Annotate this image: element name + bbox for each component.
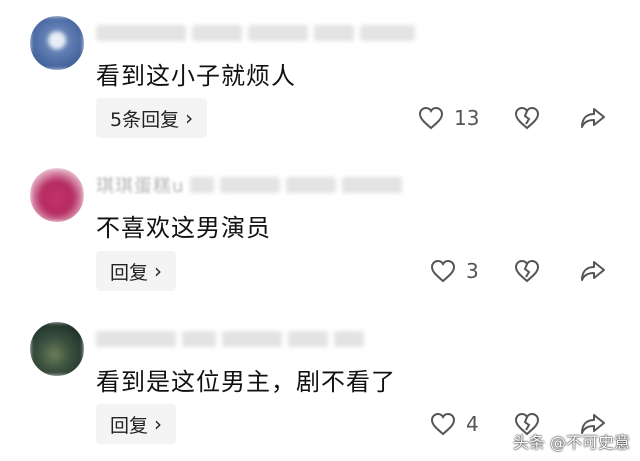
replies-label: 5条回复 — [110, 108, 180, 131]
like-button[interactable]: 4 — [430, 412, 479, 436]
broken-heart-icon — [514, 259, 540, 283]
username[interactable] — [96, 328, 364, 350]
comment-text: 看到这小子就烦人 — [96, 62, 296, 90]
reply-button[interactable]: 回复 › — [96, 251, 177, 291]
avatar[interactable] — [30, 16, 84, 70]
like-button[interactable]: 13 — [418, 106, 479, 130]
like-count: 4 — [466, 412, 479, 436]
like-button[interactable]: 3 — [430, 259, 479, 283]
like-count: 13 — [454, 106, 480, 130]
avatar[interactable] — [30, 168, 84, 222]
share-arrow-icon — [581, 108, 605, 128]
username[interactable]: 琪琪蛋糕u — [96, 174, 403, 197]
username[interactable] — [96, 22, 415, 44]
reply-button[interactable]: 回复 › — [96, 404, 177, 444]
dislike-button[interactable] — [514, 259, 540, 283]
like-count: 3 — [466, 259, 479, 283]
share-button[interactable] — [580, 259, 606, 283]
dislike-button[interactable] — [514, 106, 540, 130]
comment-text: 看到是这位男主，剧不看了 — [96, 368, 396, 396]
reply-label: 回复 — [110, 261, 149, 284]
chevron-right-icon: › — [185, 106, 194, 130]
comment-text: 不喜欢这男演员 — [96, 214, 271, 242]
replies-button[interactable]: 5条回复 › — [96, 98, 208, 138]
reply-label: 回复 — [110, 414, 149, 437]
share-arrow-icon — [581, 261, 605, 281]
heart-outline-icon — [418, 106, 444, 130]
broken-heart-icon — [514, 106, 540, 130]
share-button[interactable] — [580, 106, 606, 130]
watermark: 头条 @不可史意 — [512, 433, 630, 452]
chevron-right-icon: › — [154, 412, 163, 436]
heart-outline-icon — [430, 412, 456, 436]
chevron-right-icon: › — [154, 259, 163, 283]
username-text: 琪琪蛋糕u — [96, 176, 185, 197]
heart-outline-icon — [430, 259, 456, 283]
avatar[interactable] — [30, 322, 84, 376]
